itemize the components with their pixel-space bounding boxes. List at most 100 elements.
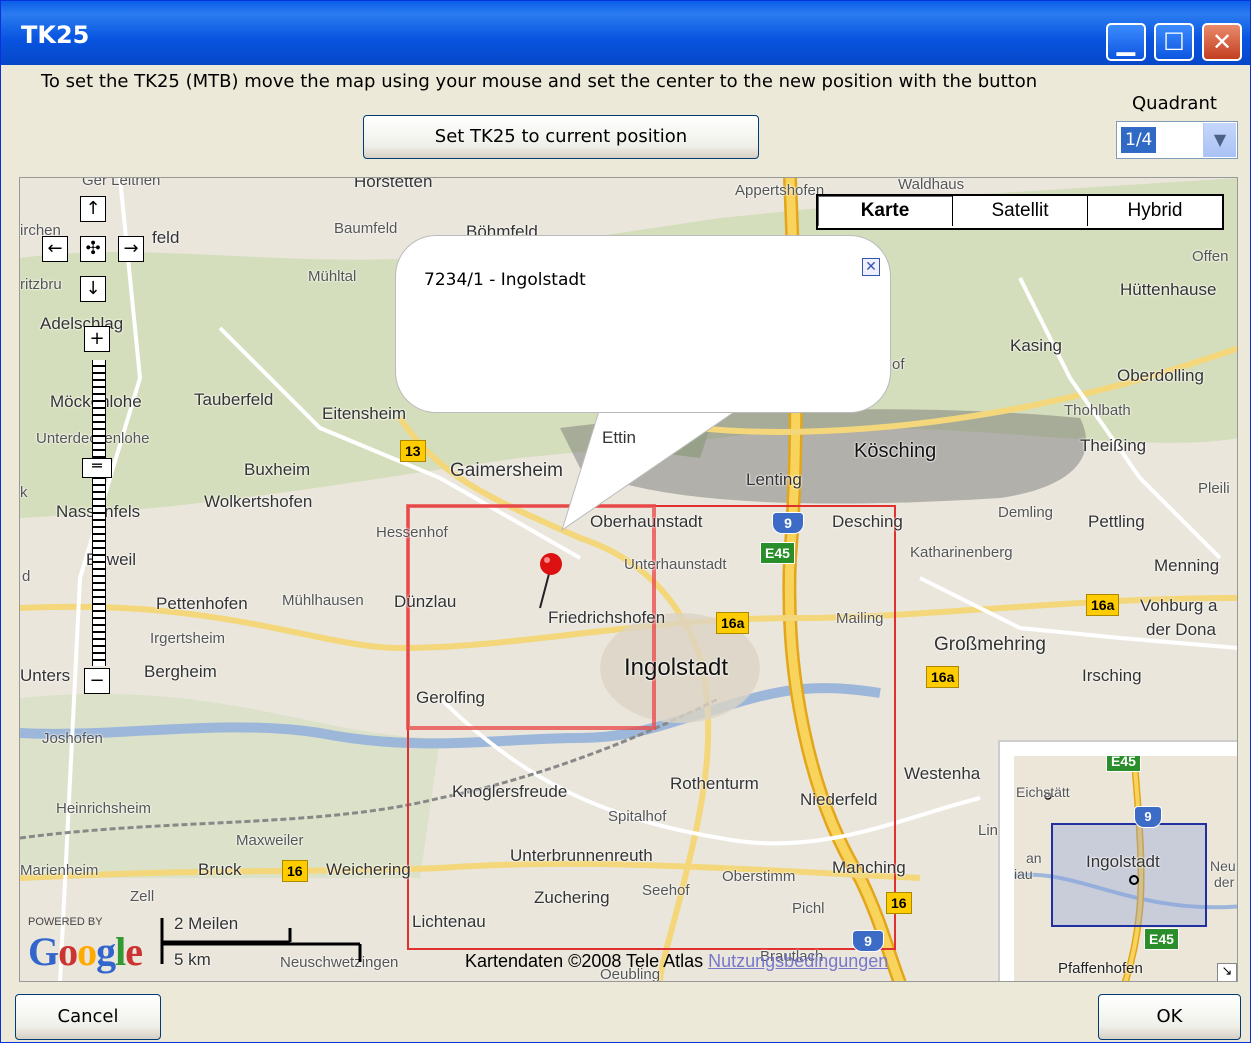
quadrant-select[interactable]: 1/4 ▼ [1116,121,1238,159]
quadrant-label: Quadrant [1132,93,1217,114]
overview-label: an [1026,850,1042,866]
map-label: Adelschlag [40,314,124,333]
map-type-satellit[interactable]: Satellit [953,196,1088,226]
map-view[interactable]: Ger Leithen Horstetten Appertshofen Wald… [19,177,1238,982]
map-label: Unters [20,666,71,685]
map-label: Manching [832,858,906,877]
map-type-hybrid[interactable]: Hybrid [1088,196,1222,226]
road-shield: 16 [886,892,912,914]
map-label: Zuchering [534,888,610,907]
close-button[interactable]: ✕ [1202,23,1242,61]
quadrant-value: 1/4 [1121,127,1157,153]
overview-label: Ingolstadt [1086,852,1160,871]
info-window-close-icon[interactable]: ✕ [862,258,880,276]
map-label: Maxweiler [236,832,304,849]
map-label: Weichering [326,860,411,879]
google-logo[interactable]: Google [28,928,143,975]
terms-link[interactable]: Nutzungsbedingungen [708,951,888,971]
map-label: Mühlhausen [282,592,364,609]
map-label: Eitensheim [322,404,407,423]
instruction-text: To set the TK25 (MTB) move the map using… [41,71,1038,92]
road-shield: E45 [1106,756,1141,772]
road-shield: 16a [1086,594,1120,616]
chevron-down-icon[interactable]: ▼ [1203,123,1236,157]
map-label: Mühltal [308,268,357,285]
minimize-button[interactable]: ▁ [1106,23,1146,61]
map-label: of [892,356,905,373]
map-label: Buxheim [244,460,311,479]
info-window: 7234/1 - Ingolstadt ✕ [396,236,890,412]
overview-label: Neu [1210,858,1236,874]
pan-right-icon[interactable]: → [118,236,144,262]
map-label: Pettling [1088,512,1145,531]
road-shield: 9 [772,512,804,534]
pan-down-icon[interactable]: ↓ [80,276,106,302]
map-label: Knoglersfreude [452,782,568,801]
map-label: Appertshofen [735,182,825,199]
map-label: Rothenturm [670,774,759,793]
map-label: Waldhaus [898,177,965,193]
pan-left-icon[interactable]: ← [42,236,68,262]
map-label: Bruck [198,860,242,879]
map-label: Thohlbath [1064,402,1131,419]
maximize-button[interactable]: ☐ [1154,23,1194,61]
map-label: Pleili [1198,480,1230,497]
collapse-arrow-icon[interactable]: ↘ [1217,963,1237,981]
map-label: Kasing [1010,336,1062,355]
map-label: Spitalhof [608,808,667,825]
zoom-in-icon[interactable]: + [84,326,110,352]
map-label: Katharinenberg [910,544,1013,561]
map-label: Horstetten [354,177,433,191]
pan-up-icon[interactable]: ↑ [80,196,106,222]
map-label: Zell [130,888,155,905]
cancel-button[interactable]: Cancel [15,994,161,1040]
map-label: Dünzlau [394,592,457,611]
map-label: Seehof [642,882,690,899]
overview-label: iau [1014,866,1033,882]
map-label: Mailing [836,610,884,627]
road-shield: 13 [400,440,426,462]
map-label: Wolkertshofen [204,492,313,511]
road-shield: E45 [1144,928,1179,950]
pan-center-icon[interactable]: ✣ [80,236,106,262]
tk25-dialog: TK25 ▁ ☐ ✕ To set the TK25 (MTB) move th… [0,0,1251,1043]
powered-by-text: POWERED BY [28,916,103,928]
map-label: Theißing [1080,436,1147,455]
map-label: Friedrichshofen [548,608,666,627]
map-label: Lenting [746,470,802,489]
map-label: d [22,568,31,585]
map-label: Gaimersheim [450,460,563,481]
zoom-slider-thumb[interactable]: ═ [82,458,112,478]
road-shield: 9 [852,930,884,952]
road-shield: 16a [716,612,750,634]
ok-button[interactable]: OK [1098,994,1241,1040]
road-shield: 9 [1134,806,1162,828]
map-label: Unterhaunstadt [624,556,727,573]
map-label: Tauberfeld [194,390,274,409]
map-label: Großmehring [934,634,1046,655]
minimize-icon: ▁ [1116,28,1136,56]
map-label: Oberhaunstadt [590,512,703,531]
map-label: ritzbru [20,276,62,293]
map-label: Hüttenhause [1120,280,1217,299]
map-label: k [20,484,28,501]
map-type-karte[interactable]: Karte [818,196,953,226]
map-label: Pettenhofen [156,594,248,613]
map-label: Ger Leithen [82,177,161,189]
map-label: Bergheim [144,662,217,681]
set-tk25-button[interactable]: Set TK25 to current position [363,115,759,159]
overview-map[interactable]: Eichstätt Ingolstadt an iau Neu der E45 … [998,740,1237,981]
overview-label: Pfaffenhofen [1058,960,1143,977]
map-label: Unterbrunnenreuth [510,846,653,865]
info-window-text: 7234/1 - Ingolstadt [424,270,586,290]
overview-label: Eichstätt [1016,784,1070,800]
maximize-icon: ☐ [1163,28,1185,56]
zoom-slider[interactable] [92,360,106,666]
title-bar[interactable]: TK25 ▁ ☐ ✕ [1,1,1250,65]
map-label: Ingolstadt [624,654,729,681]
map-label: Marienheim [20,862,99,879]
overview-map-content[interactable]: Eichstätt Ingolstadt an iau Neu der E45 … [1014,756,1237,981]
map-label: Irgertsheim [150,630,226,647]
zoom-out-icon[interactable]: − [84,668,110,694]
road-shield: E45 [760,542,795,564]
